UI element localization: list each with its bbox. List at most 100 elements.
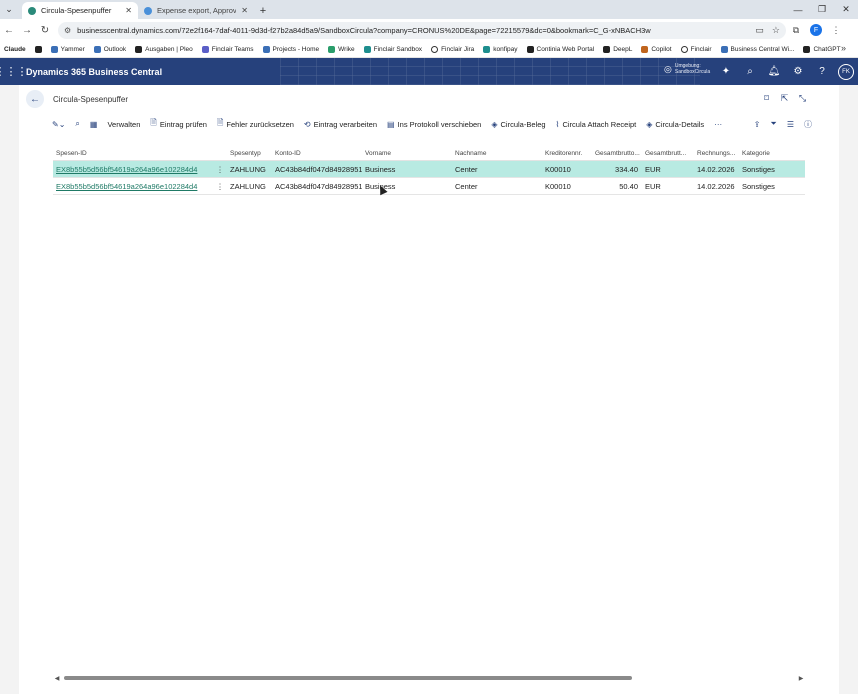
collapse-icon[interactable]: ⤡ xyxy=(798,93,807,104)
search-button[interactable]: ⌕ xyxy=(75,119,79,129)
tab-expense-export[interactable]: Expense export, Approve & Cu ✕ xyxy=(138,2,254,19)
bookmark-yammer[interactable]: Yammer xyxy=(50,45,85,53)
restore-icon[interactable]: ❐ xyxy=(810,0,834,19)
column-header[interactable]: Gesamtbrutt... xyxy=(642,150,694,157)
close-tab-icon[interactable]: ✕ xyxy=(241,6,248,15)
action-eintrag-verarbeiten[interactable]: ⟲ Eintrag verarbeiten xyxy=(304,120,377,129)
browser-menu-icon[interactable]: ⋮ xyxy=(826,19,846,41)
column-header[interactable]: Gesamtbrutto... xyxy=(592,150,642,157)
new-tab-button[interactable]: + xyxy=(254,2,272,19)
bookmark-wrike[interactable]: Wrike xyxy=(328,45,355,53)
row-menu-icon[interactable]: ⋮ xyxy=(213,165,227,174)
close-tab-icon[interactable]: ✕ xyxy=(125,6,132,15)
action-circula-attach-receipt[interactable]: ⌇ Circula Attach Receipt xyxy=(556,120,637,129)
expense-id-link[interactable]: EX8b55b5d56bf54619a264a96e102284d4 xyxy=(53,165,213,174)
cell-rechnungsdatum: 14.02.2026 xyxy=(697,181,735,191)
more-actions-icon[interactable]: ··· xyxy=(714,120,722,129)
table-row[interactable]: EX8b55b5d56bf54619a264a96e102284d4 ⋮ ZAH… xyxy=(53,178,805,195)
environment-indicator[interactable]: ◎ Umgebung: SandboxCircula xyxy=(664,63,710,75)
notifications-bell-icon[interactable]: 🔔︎ xyxy=(762,66,786,77)
copilot-icon[interactable]: ✦ xyxy=(714,66,738,77)
tab-search-chevron-icon[interactable]: ⌄ xyxy=(0,0,18,19)
more-bookmarks-icon[interactable]: » xyxy=(841,43,846,53)
back-arrow-icon[interactable]: ← xyxy=(0,19,18,41)
action-circula-beleg[interactable]: ◈ Circula-Beleg xyxy=(491,120,545,129)
bookmark-outlook[interactable]: Outlook xyxy=(93,45,126,53)
horizontal-scrollbar[interactable]: ◀ ▶ xyxy=(53,674,805,682)
table-row[interactable]: EX8b55b5d56bf54619a264a96e102284d4 ⋮ ZAH… xyxy=(53,161,805,178)
bookmark-continia[interactable]: Continia Web Portal xyxy=(526,45,594,53)
settings-gear-icon[interactable]: ⚙ xyxy=(786,66,810,77)
bookmark-finclair[interactable]: Finclair xyxy=(680,45,712,53)
action-eintrag-pruefen[interactable]: 🗎︎ Eintrag prüfen xyxy=(150,117,207,131)
filter-icon[interactable]: ⏷ xyxy=(770,119,776,129)
row-menu-icon[interactable]: ⋮ xyxy=(213,182,227,191)
profile-avatar[interactable]: F xyxy=(810,24,822,36)
bookmark-deepl[interactable]: DeepL xyxy=(603,45,632,53)
action-ins-protokoll[interactable]: ▤ Ins Protokoll verschieben xyxy=(387,120,481,129)
action-fehler-zuruecksetzen[interactable]: 🗎︎ Fehler zurücksetzen xyxy=(217,117,294,131)
open-new-window-icon[interactable]: ⇱ xyxy=(780,93,789,104)
column-header[interactable]: Spesentyp xyxy=(227,150,272,157)
extensions-icon[interactable]: ⧉ xyxy=(786,19,806,41)
help-icon[interactable]: ? xyxy=(810,66,834,77)
bookmark-icon[interactable]: ⌑ xyxy=(762,93,771,104)
action-verwalten[interactable]: Verwalten xyxy=(107,120,140,129)
bookmark-finclair-jira[interactable]: Finclair Jira xyxy=(431,45,474,53)
bookmark-konfipay[interactable]: konfipay xyxy=(483,45,518,53)
minimize-icon[interactable]: — xyxy=(786,0,810,19)
scroll-thumb[interactable] xyxy=(64,676,632,680)
column-header[interactable]: Rechnungs... xyxy=(694,150,739,157)
bookmark-apps[interactable] xyxy=(34,45,42,53)
expense-id-link[interactable]: EX8b55b5d56bf54619a264a96e102284d4 xyxy=(53,182,213,191)
cell-kreditor-link[interactable]: K00010 xyxy=(542,181,592,191)
column-header[interactable]: Kreditorennr. xyxy=(542,150,592,157)
search-icon: ⌕ xyxy=(75,119,80,128)
app-launcher-icon[interactable]: ⋮⋮⋮ xyxy=(0,58,28,85)
search-icon[interactable]: ⌕ xyxy=(738,66,762,77)
bookmark-star-icon[interactable]: ☆ xyxy=(772,25,780,36)
page-title: Circula-Spesenpuffer xyxy=(53,95,129,104)
bookmark-copilot[interactable]: Copilot xyxy=(641,45,672,53)
back-icon[interactable]: ← xyxy=(26,90,44,108)
close-window-icon[interactable]: ✕ xyxy=(834,0,858,19)
user-avatar[interactable]: FK xyxy=(838,63,854,80)
column-header[interactable]: Konto-ID xyxy=(272,150,362,157)
page-header-icons: ⌑ ⇱ ⤡ xyxy=(762,93,807,104)
url-field[interactable]: ⚙ businesscentral.dynamics.com/72e2f164-… xyxy=(58,21,786,39)
scroll-right-icon[interactable]: ▶ xyxy=(797,675,805,682)
tab-circula-spesenpuffer[interactable]: Circula-Spesenpuffer ✕ xyxy=(22,2,138,19)
circula-icon: ◈ xyxy=(491,119,498,129)
bookmark-chatgpt[interactable]: ChatGPT xyxy=(803,45,841,53)
reload-icon[interactable]: ↻ xyxy=(36,19,54,41)
bookmark-projects-home[interactable]: Projects - Home xyxy=(262,45,319,53)
finclair-ring-icon xyxy=(680,45,688,53)
site-info-icon[interactable]: ⚙ xyxy=(64,26,71,35)
info-icon[interactable]: ⓘ xyxy=(804,119,812,130)
column-header[interactable]: Nachname xyxy=(452,150,542,157)
bookmark-finclair-sandbox[interactable]: Finclair Sandbox xyxy=(363,45,422,53)
bookmark-finclair-teams[interactable]: Finclair Teams xyxy=(201,45,254,53)
column-header[interactable]: Kategorie xyxy=(739,150,805,157)
share-icon[interactable]: ⇪ xyxy=(754,120,761,129)
bookmark-claude[interactable]: Claude xyxy=(4,46,26,53)
column-header[interactable]: Vorname xyxy=(362,150,452,157)
scroll-left-icon[interactable]: ◀ xyxy=(53,675,61,682)
list-view-icon[interactable]: ☰ xyxy=(787,120,794,129)
window-controls: — ❐ ✕ xyxy=(786,0,858,19)
app-title: Dynamics 365 Business Central xyxy=(26,66,163,77)
install-app-icon[interactable]: ▭ xyxy=(755,25,764,36)
action-circula-details[interactable]: ◈ Circula-Details xyxy=(646,120,704,129)
konfipay-icon xyxy=(483,45,491,53)
scroll-track[interactable] xyxy=(61,676,797,680)
forward-arrow-icon[interactable]: → xyxy=(18,19,36,41)
bookmarks-bar: Claude Yammer Outlook Ausgaben | Pleo Fi… xyxy=(0,41,858,58)
excel-button[interactable]: ▦ xyxy=(90,120,98,129)
chatgpt-icon xyxy=(803,45,811,53)
cell-kreditor-link[interactable]: K00010 xyxy=(542,164,592,174)
projects-icon xyxy=(262,45,270,53)
column-header[interactable]: Spesen-ID xyxy=(53,150,213,157)
bookmark-business-central[interactable]: Business Central Wi... xyxy=(720,45,794,53)
edit-mode-dropdown[interactable]: ✎⌄ xyxy=(52,120,65,129)
bookmark-pleo[interactable]: Ausgaben | Pleo xyxy=(135,45,193,53)
